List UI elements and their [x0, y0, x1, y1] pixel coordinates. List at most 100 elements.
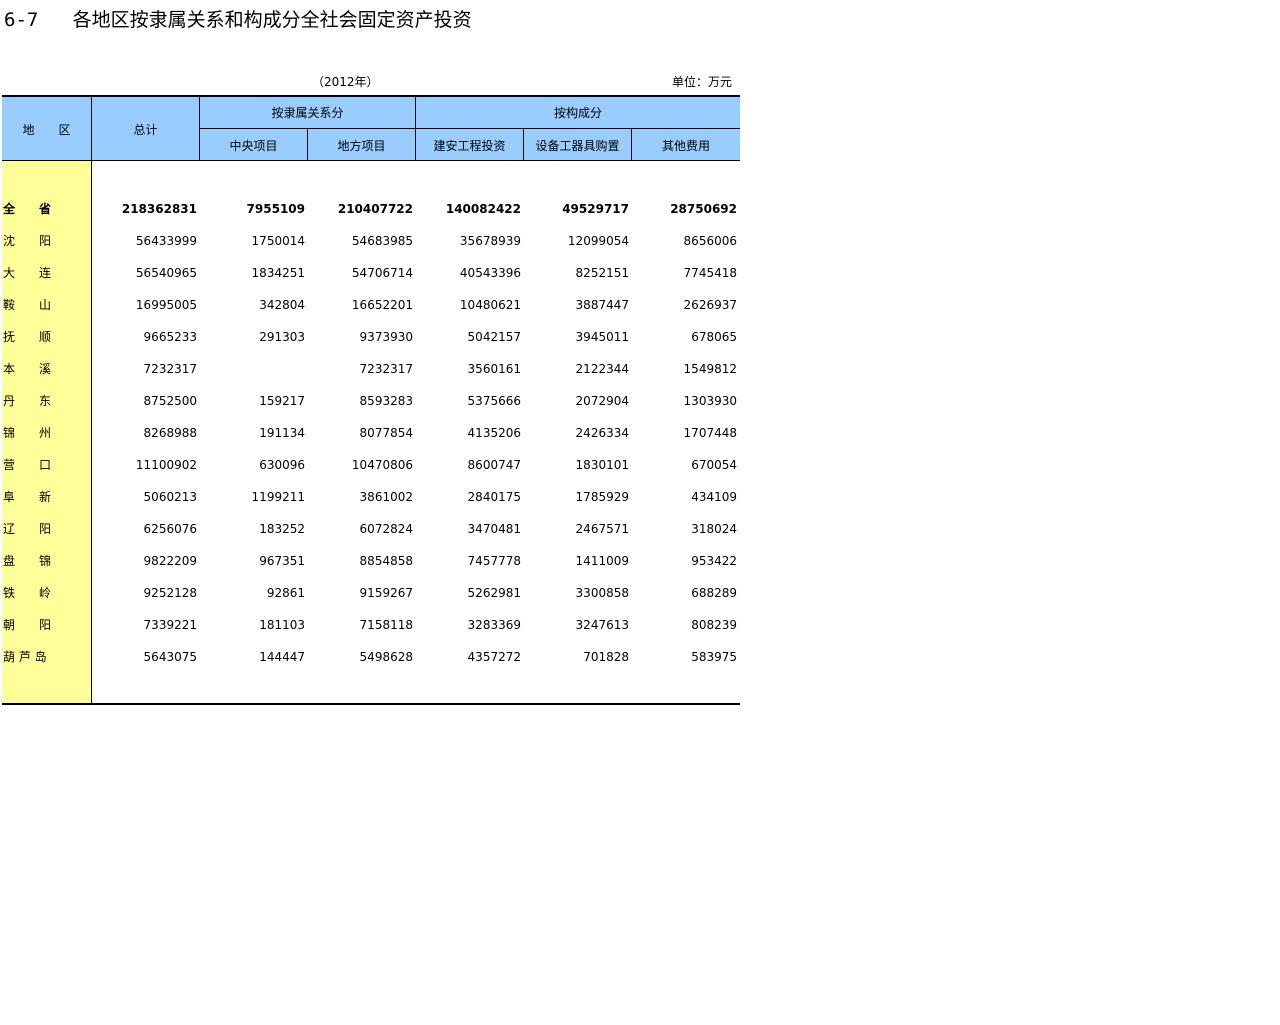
region-name: 全 省 — [3, 202, 52, 216]
table-row: 本 溪 7232317 7232317 3560161 2122344 1549812 — [0, 353, 740, 385]
cell-other: 28750692 — [670, 202, 737, 216]
table-bottom-border — [2, 703, 740, 705]
header-local: 地方项目 — [308, 129, 415, 161]
header-region: 地 区 — [2, 97, 91, 161]
cell-construction: 3560161 — [467, 362, 521, 376]
cell-construction: 40543396 — [459, 266, 521, 280]
region-name: 阜 新 — [3, 490, 52, 504]
cell-central: 1750014 — [251, 234, 305, 248]
cell-central: 1834251 — [251, 266, 305, 280]
cell-equipment: 3247613 — [575, 618, 629, 632]
cell-central: 183252 — [259, 522, 305, 536]
cell-other: 688289 — [691, 586, 737, 600]
region-name: 铁 岭 — [3, 586, 52, 600]
cell-construction: 4357272 — [467, 650, 521, 664]
table-row: 丹 东 8752500 159217 8593283 5375666 2072904 130… — [0, 385, 740, 417]
table-row: 锦 州 8268988 191134 8077854 4135206 2426334 170… — [0, 417, 740, 449]
header-equipment: 设备工器具购置 — [524, 129, 631, 161]
header-composition-group: 按构成分 — [416, 97, 740, 128]
cell-construction: 4135206 — [467, 426, 521, 440]
cell-local: 8854858 — [359, 554, 413, 568]
cell-construction: 3283369 — [467, 618, 521, 632]
cell-construction: 3470481 — [467, 522, 521, 536]
cell-total: 9665233 — [143, 330, 197, 344]
region-name: 大 连 — [3, 266, 52, 280]
region-name: 抚 顺 — [3, 330, 52, 344]
cell-local: 8077854 — [359, 426, 413, 440]
table-row: 铁 岭 9252128 92861 9159267 5262981 3300858 6882… — [0, 577, 740, 609]
header-region-label: 地 区 — [22, 122, 71, 137]
region-name: 辽 阳 — [3, 522, 52, 536]
cell-central: 92861 — [266, 586, 305, 600]
table-row: 盘 锦 9822209 967351 8854858 7457778 1411009 953… — [0, 545, 740, 577]
table-row: 阜 新 5060213 1199211 3861002 2840175 1785929 43… — [0, 481, 740, 513]
table-row: 葫 芦 岛 5643075 144447 5498628 4357272 701828 58… — [0, 641, 740, 673]
cell-local: 54706714 — [351, 266, 413, 280]
cell-construction: 5042157 — [467, 330, 521, 344]
table-row: 朝 阳 7339221 181103 7158118 3283369 3247613 808… — [0, 609, 740, 641]
cell-total: 8268988 — [143, 426, 197, 440]
region-name: 盘 锦 — [3, 554, 52, 568]
cell-equipment: 3945011 — [575, 330, 629, 344]
header-total: 总计 — [92, 97, 199, 161]
table-top-border — [2, 95, 740, 97]
cell-local: 210407722 — [337, 202, 413, 216]
cell-equipment: 3300858 — [575, 586, 629, 600]
cell-local: 5498628 — [359, 650, 413, 664]
header-vline-1 — [199, 97, 200, 161]
header-divider — [200, 128, 740, 129]
cell-construction: 7457778 — [467, 554, 521, 568]
table-row: 抚 顺 9665233 291303 9373930 5042157 3945011 678… — [0, 321, 740, 353]
cell-construction: 8600747 — [467, 458, 521, 472]
cell-central: 291303 — [259, 330, 305, 344]
cell-construction: 5262981 — [467, 586, 521, 600]
cell-total: 8752500 — [143, 394, 197, 408]
cell-local: 7232317 — [359, 362, 413, 376]
cell-total: 9822209 — [143, 554, 197, 568]
cell-local: 3861002 — [359, 490, 413, 504]
cell-central: 630096 — [259, 458, 305, 472]
cell-local: 10470806 — [351, 458, 413, 472]
cell-local: 54683985 — [351, 234, 413, 248]
cell-local: 16652201 — [351, 298, 413, 312]
header-central: 中央项目 — [200, 129, 307, 161]
cell-construction: 2840175 — [467, 490, 521, 504]
cell-central: 7955109 — [246, 202, 305, 216]
header-affiliation-group: 按隶属关系分 — [200, 97, 415, 128]
header-affiliation-label: 按隶属关系分 — [271, 106, 344, 120]
cell-equipment: 12099054 — [567, 234, 629, 248]
unit-label: 单位：万元 — [672, 75, 733, 89]
cell-equipment: 8252151 — [575, 266, 629, 280]
cell-local: 9159267 — [359, 586, 413, 600]
cell-total: 9252128 — [143, 586, 197, 600]
cell-total: 218362831 — [121, 202, 197, 216]
table-row: 沈 阳 56433999 1750014 54683985 35678939 120990… — [0, 225, 740, 257]
header-total-label: 总计 — [133, 122, 158, 137]
header-central-label: 中央项目 — [229, 138, 278, 153]
cell-total: 7232317 — [143, 362, 197, 376]
header-other: 其他费用 — [632, 129, 740, 161]
cell-equipment: 2122344 — [575, 362, 629, 376]
cell-local: 8593283 — [359, 394, 413, 408]
cell-total: 7339221 — [143, 618, 197, 632]
header-vline-3 — [307, 129, 308, 161]
cell-other: 2626937 — [683, 298, 737, 312]
region-name: 鞍 山 — [3, 298, 52, 312]
cell-other: 808239 — [691, 618, 737, 632]
cell-total: 5643075 — [143, 650, 197, 664]
year-label: （2012年） — [312, 75, 379, 89]
region-name: 沈 阳 — [3, 234, 52, 248]
cell-construction: 35678939 — [459, 234, 521, 248]
cell-other: 670054 — [691, 458, 737, 472]
header-local-label: 地方项目 — [337, 138, 386, 153]
cell-equipment: 1785929 — [575, 490, 629, 504]
cell-local: 6072824 — [359, 522, 413, 536]
cell-equipment: 1830101 — [575, 458, 629, 472]
cell-local: 7158118 — [359, 618, 413, 632]
table-row: 营 口 11100902 630096 10470806 8600747 1830101 6… — [0, 449, 740, 481]
cell-other: 318024 — [691, 522, 737, 536]
header-equipment-label: 设备工器具购置 — [535, 138, 620, 153]
table-row: 鞍 山 16995005 342804 16652201 10480621 3887447… — [0, 289, 740, 321]
header-other-label: 其他费用 — [661, 138, 710, 153]
header-vline-5 — [631, 129, 632, 161]
